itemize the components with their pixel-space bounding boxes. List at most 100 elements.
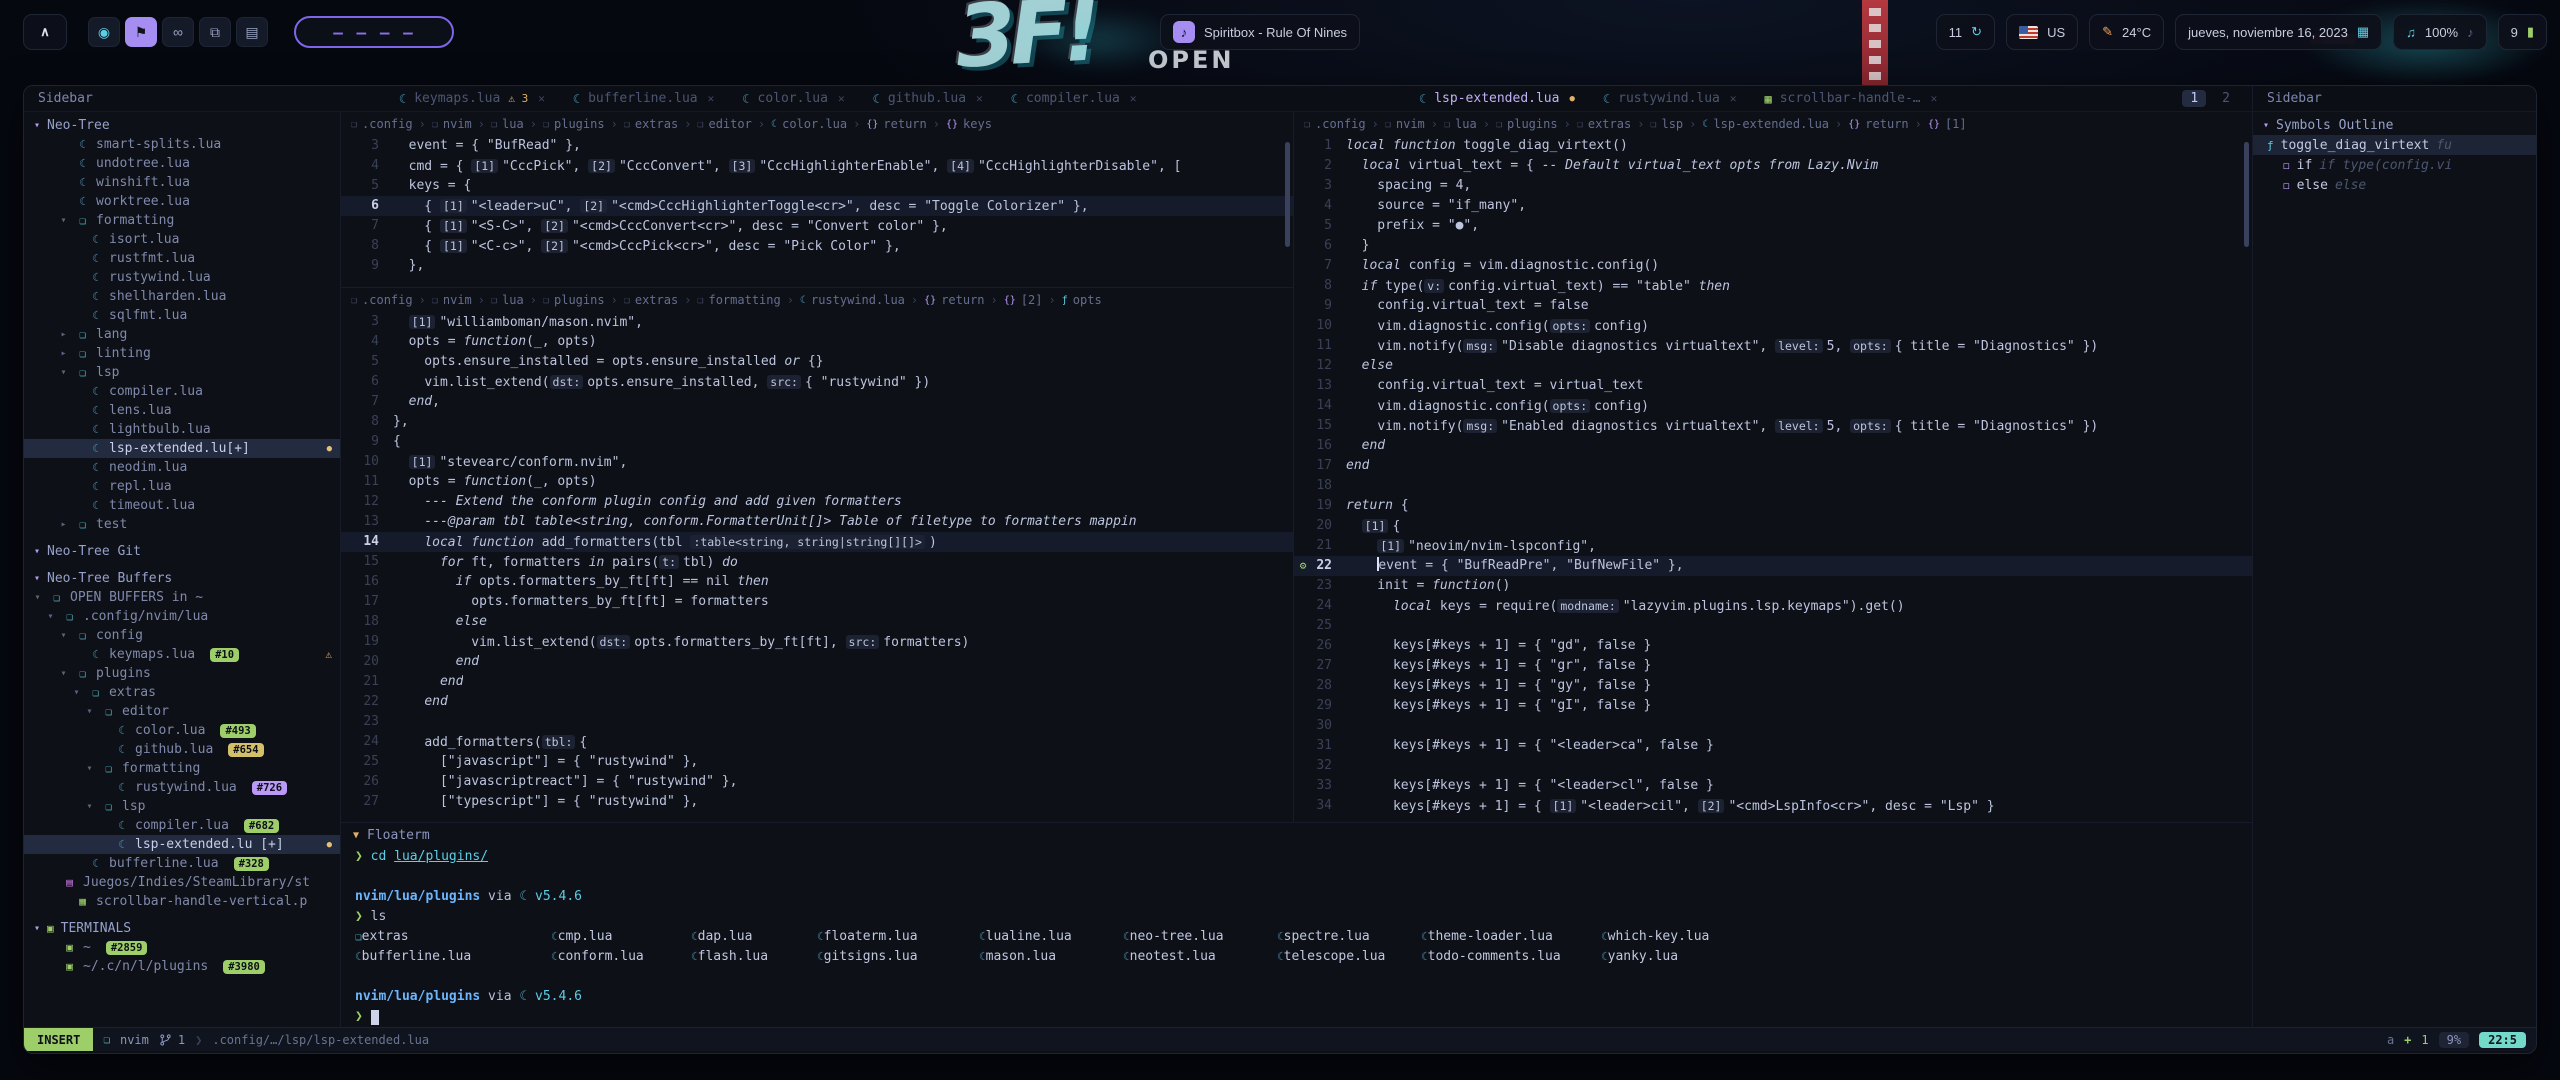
record-button[interactable]: ◉ [88, 17, 120, 47]
breadcrumb-item[interactable]: ❏extras [1577, 117, 1631, 131]
editor-pane-rustywind-lua[interactable]: ❏.config›❏nvim›❏lua›❏plugins›❏extras›❏fo… [341, 288, 1293, 822]
outline-item[interactable]: ƒtoggle_diag_virtextfu [2253, 135, 2536, 155]
code-line[interactable]: 23 init = function() [1294, 576, 2252, 596]
code-line[interactable]: 6 } [1294, 236, 2252, 256]
close-icon[interactable]: ✕ [976, 92, 983, 105]
breadcrumb-item[interactable]: ❏.config [351, 293, 413, 307]
tree-item[interactable]: ☾shellharden.lua [24, 287, 340, 306]
music-widget[interactable]: ♪ Spiritbox - Rule Of Nines [1160, 14, 1360, 50]
code-line[interactable]: 21 end [341, 672, 1293, 692]
tree-item[interactable]: ▣~/.c/n/l/plugins#3980 [24, 957, 340, 976]
breadcrumb-item[interactable]: {}[1] [1928, 117, 1967, 131]
code-line[interactable]: 30 [1294, 716, 2252, 736]
code-line[interactable]: 17end [1294, 456, 2252, 476]
tree-item[interactable]: ☾compiler.lua#682 [24, 816, 340, 835]
tab-lsp-extended-lua[interactable]: ☾lsp-extended.lua● [1405, 86, 1589, 111]
outline-title[interactable]: ▾Symbols Outline [2253, 115, 2536, 135]
tree-item[interactable]: ▾❏lsp [24, 797, 340, 816]
breadcrumb-item[interactable]: ❏lua [491, 117, 524, 131]
breadcrumb-item[interactable]: ❏plugins [543, 117, 605, 131]
code-line[interactable]: 2 local virtual_text = { -- Default virt… [1294, 156, 2252, 176]
file-entry[interactable]: ☾mason.lua [979, 947, 1123, 967]
code-line[interactable]: 20 [1]{ [1294, 516, 2252, 536]
code-line[interactable]: 16 if opts.formatters_by_ft[ft] == nil t… [341, 572, 1293, 592]
file-entry[interactable]: ☾spectre.lua [1277, 927, 1421, 947]
code-line[interactable]: 6 vim.list_extend(dst:opts.ensure_instal… [341, 372, 1293, 392]
code-line[interactable]: 1local function toggle_diag_virtext() [1294, 136, 2252, 156]
tree-item[interactable]: ☾worktree.lua [24, 192, 340, 211]
code-line[interactable]: 27 ["typescript"] = { "rustywind" }, [341, 792, 1293, 812]
tab-compiler-lua[interactable]: ☾compiler.lua✕ [997, 86, 1151, 111]
tab-color-lua[interactable]: ☾color.lua✕ [728, 86, 858, 111]
cursor-position[interactable]: 22:5 [2479, 1032, 2526, 1048]
code-line[interactable]: 33 keys[#keys + 1] = { "<leader>cl", fal… [1294, 776, 2252, 796]
updates-widget[interactable]: 11 ↻ [1936, 14, 1995, 50]
code-line[interactable]: 15 vim.notify(msg:"Enabled diagnostics v… [1294, 416, 2252, 436]
tab-keymaps-lua[interactable]: ☾keymaps.lua⚠ 3✕ [385, 86, 559, 111]
link-button[interactable]: ∞ [162, 17, 194, 47]
tree-item[interactable]: ☾color.lua#493 [24, 721, 340, 740]
code-line[interactable]: 24 local keys = require(modname:"lazyvim… [1294, 596, 2252, 616]
breadcrumb-item[interactable]: ☾rustywind.lua [800, 293, 905, 307]
breadcrumb-item[interactable]: {}keys [946, 117, 992, 131]
breadcrumb-item[interactable]: ❏.config [1304, 117, 1366, 131]
notes-button[interactable]: ▤ [236, 17, 268, 47]
breadcrumb-item[interactable]: ❏editor [697, 117, 751, 131]
code-line[interactable]: 25 ["javascript"] = { "rustywind" }, [341, 752, 1293, 772]
code-line[interactable]: 25 [1294, 616, 2252, 636]
tree-item[interactable]: ☾repl.lua [24, 477, 340, 496]
file-entry[interactable]: ☾which-key.lua [1601, 927, 1709, 947]
breadcrumb-item[interactable]: ❏plugins [1496, 117, 1558, 131]
tree-section-header[interactable]: ▾▣TERMINALS [24, 918, 340, 938]
file-entry[interactable]: ☾bufferline.lua [355, 947, 551, 967]
code-line[interactable]: 13 ---@param tbl table<string, conform.F… [341, 512, 1293, 532]
editor-pane-lsp-extended-lua[interactable]: ❏.config›❏nvim›❏lua›❏plugins›❏extras›❏ls… [1294, 112, 2252, 822]
tree-item[interactable]: ▦scrollbar-handle-vertical.p [24, 892, 340, 911]
tab-rustywind-lua[interactable]: ☾rustywind.lua✕ [1589, 86, 1751, 111]
outline-item[interactable]: ◻elseelse [2253, 175, 2536, 195]
code-line[interactable]: 8 { [1]"<C-c>", [2]"<cmd>CccPick<cr>", d… [341, 236, 1293, 256]
file-entry[interactable]: ☾flash.lua [691, 947, 817, 967]
code-line[interactable]: 7 local config = vim.diagnostic.config() [1294, 256, 2252, 276]
tree-item[interactable]: ☾undotree.lua [24, 154, 340, 173]
editor-body[interactable]: 3 [1]"williamboman/mason.nvim",4 opts = … [341, 312, 1293, 822]
tab-scrollbar-handle-[interactable]: ▦scrollbar-handle-…✕ [1751, 86, 1952, 111]
tab-github-lua[interactable]: ☾github.lua✕ [859, 86, 997, 111]
code-line[interactable]: 4 opts = function(_, opts) [341, 332, 1293, 352]
temperature-widget[interactable]: ✎ 24°C [2089, 14, 2164, 50]
tree-section-header[interactable]: ▾Neo-Tree Buffers [24, 568, 340, 588]
breadcrumb-item[interactable]: ❏nvim [432, 117, 472, 131]
code-line[interactable]: 34 keys[#keys + 1] = { [1]"<leader>cil",… [1294, 796, 2252, 816]
breadcrumb-item[interactable]: {}return [1848, 117, 1908, 131]
code-line[interactable]: 29 keys[#keys + 1] = { "gI", false } [1294, 696, 2252, 716]
outline-item[interactable]: ◻ifif type(config.vi [2253, 155, 2536, 175]
code-line[interactable]: 9{ [341, 432, 1293, 452]
tree-item[interactable]: ☾compiler.lua [24, 382, 340, 401]
battery-widget[interactable]: 9 ▮ [2498, 14, 2547, 50]
copy-button[interactable]: ⧉ [199, 17, 231, 47]
code-line[interactable]: 5 opts.ensure_installed = opts.ensure_in… [341, 352, 1293, 372]
code-line[interactable]: 8}, [341, 412, 1293, 432]
breadcrumb-item[interactable]: ❏extras [624, 117, 678, 131]
code-line[interactable]: 15 for ft, formatters in pairs(t:tbl) do [341, 552, 1293, 572]
code-line[interactable]: 24 add_formatters(tbl:{ [341, 732, 1293, 752]
tree-item[interactable]: ☾lens.lua [24, 401, 340, 420]
code-line[interactable]: 4 cmd = { [1]"CccPick", [2]"CccConvert",… [341, 156, 1293, 176]
tree-item[interactable]: ☾winshift.lua [24, 173, 340, 192]
tree-item[interactable]: ☾sqlfmt.lua [24, 306, 340, 325]
tree-item[interactable]: ▾❏formatting [24, 759, 340, 778]
tree-item[interactable]: ☾smart-splits.lua [24, 135, 340, 154]
code-line[interactable]: 12 else [1294, 356, 2252, 376]
breadcrumb-item[interactable]: ☾color.lua [771, 117, 847, 131]
tree-item[interactable]: ☾bufferline.lua#328 [24, 854, 340, 873]
terminal-output[interactable]: ❯ cd lua/plugins/nvim/lua/plugins via ☾ … [341, 847, 2252, 1027]
editor-body[interactable]: 3 event = { "BufRead" },4 cmd = { [1]"Cc… [341, 136, 1293, 287]
code-line[interactable]: 20 end [341, 652, 1293, 672]
file-entry[interactable]: ☾neotest.lua [1123, 947, 1277, 967]
file-entry[interactable]: ☾todo-comments.lua [1421, 947, 1601, 967]
close-icon[interactable]: ✕ [1931, 92, 1938, 105]
launcher-button[interactable]: ∧ [23, 14, 67, 50]
close-icon[interactable]: ✕ [838, 92, 845, 105]
file-entry[interactable]: ❏extras [355, 927, 551, 947]
tree-section-header[interactable]: ▾Neo-Tree Git [24, 541, 340, 561]
